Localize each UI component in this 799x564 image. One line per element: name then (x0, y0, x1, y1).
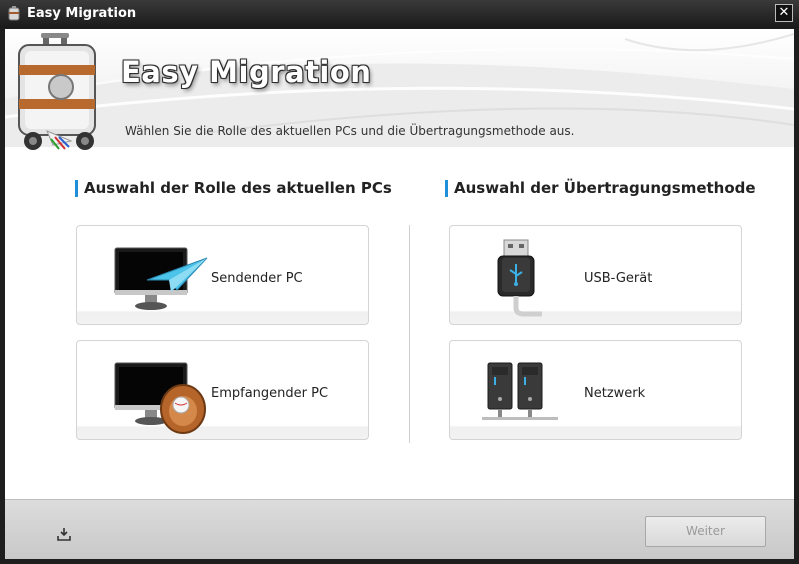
usb-device-label: USB-Gerät (584, 271, 653, 286)
next-button[interactable]: Weiter (645, 516, 766, 547)
role-section-title: Auswahl der Rolle des aktuellen PCs (75, 180, 392, 197)
suitcase-logo-icon (18, 33, 96, 150)
receiving-pc-label: Empfangender PC (211, 386, 329, 401)
suitcase-app-icon (8, 6, 20, 21)
transfer-section-title: Auswahl der Übertragungsmethode (445, 180, 756, 197)
monitor-paper-plane-icon (114, 247, 208, 310)
title-bar: Easy Migration ✕ (0, 0, 799, 28)
receiving-pc-option[interactable]: Empfangender PC (76, 340, 369, 440)
usb-drive-icon (497, 239, 542, 317)
window-title: Easy Migration (27, 6, 137, 21)
network-servers-icon (482, 362, 558, 420)
monitor-baseball-glove-icon (114, 362, 206, 434)
download-icon[interactable] (57, 527, 71, 541)
app-title: Easy Migration (121, 55, 372, 89)
sending-pc-option[interactable]: Sendender PC (76, 225, 369, 325)
header-banner: Easy Migration Wählen Sie die Rolle des … (5, 29, 794, 150)
footer-bar: Weiter (5, 499, 794, 559)
close-button[interactable]: ✕ (775, 4, 793, 22)
sending-pc-label: Sendender PC (211, 271, 303, 286)
main-panel: Easy Migration Wählen Sie die Rolle des … (5, 29, 794, 559)
network-label: Netzwerk (584, 386, 646, 401)
app-window: Easy Migration ✕ Easy Migration Wählen S… (0, 0, 799, 564)
app-subtitle: Wählen Sie die Rolle des aktuellen PCs u… (125, 124, 575, 138)
network-option[interactable]: Netzwerk (449, 340, 742, 440)
section-divider (409, 225, 410, 443)
usb-device-option[interactable]: USB-Gerät (449, 225, 742, 325)
